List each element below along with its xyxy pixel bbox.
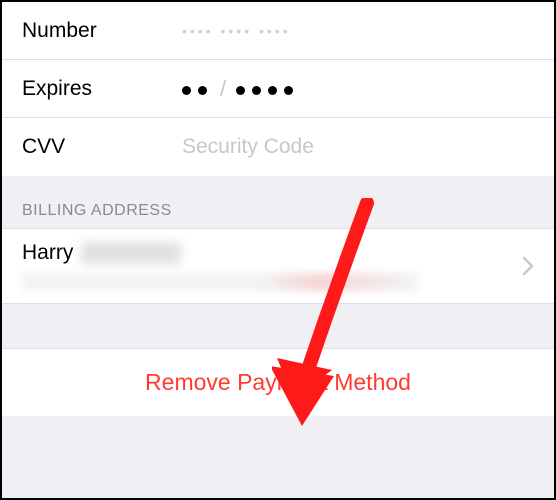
card-number-value: •••• •••• •••• [182,21,534,41]
card-number-masked: •••• •••• •••• [182,23,291,39]
chevron-right-icon [522,256,534,276]
expires-separator: / [220,76,226,102]
remove-payment-method-button[interactable]: Remove Payment Method [2,348,554,416]
cvv-placeholder: Security Code [182,135,314,159]
card-details-group: Number •••• •••• •••• Expires / CVV Secu… [2,2,554,176]
card-expires-label: Expires [22,77,182,101]
billing-address-redacted [22,273,418,291]
billing-first-name: Harry [22,241,73,265]
billing-last-name-redacted [81,242,181,264]
billing-address-row[interactable]: Harry [2,228,554,304]
card-number-label: Number [22,19,182,43]
billing-address-header: BILLING ADDRESS [2,176,554,228]
card-number-redacted-tail [299,21,347,41]
card-expires-value: / [182,76,534,102]
card-cvv-row[interactable]: CVV Security Code [2,118,554,176]
card-number-row[interactable]: Number •••• •••• •••• [2,2,554,60]
card-expires-row[interactable]: Expires / [2,60,554,118]
expires-year-dots [236,77,300,101]
remove-payment-method-label: Remove Payment Method [145,369,411,395]
expires-month-dots [182,77,214,101]
card-cvv-label: CVV [22,135,182,159]
